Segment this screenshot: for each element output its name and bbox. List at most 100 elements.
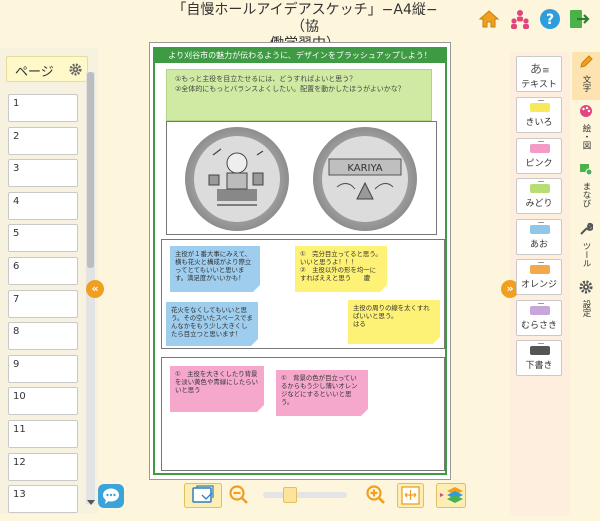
page-list: 1 2 3 4 5 6 7 8 9 10 11 12 13 <box>8 94 78 518</box>
color-swatch <box>530 103 550 112</box>
page-thumbnail[interactable]: 11 <box>8 419 78 448</box>
comments-section-1: 主役が１番大事にみえて、横も花火と構成がより際立ってとてもいいと思います。満足度… <box>161 239 445 349</box>
app-header: 「自慢ホールアイデアスケッチ」−A4縦−（協 働学習中） ? <box>0 0 600 52</box>
tab-tools-label: ツール <box>581 242 591 268</box>
tab-drawing-label: 絵・図 <box>581 124 591 150</box>
color-note-label: きいろ <box>525 118 553 128</box>
kariya-lettering-drawing: KARIYA <box>328 158 402 200</box>
page-thumbnail[interactable]: 5 <box>8 224 78 253</box>
learning-icon <box>580 164 593 176</box>
page-thumbnail[interactable]: 10 <box>8 387 78 416</box>
gear-icon[interactable] <box>69 63 82 76</box>
sticky-note[interactable]: 主役の周りの線を太くすればいいと思う。 はる <box>348 300 440 344</box>
sticky-note[interactable]: 主役が１番大事にみえて、横も花火と構成がより際立ってとてもいいと思います。満足度… <box>170 246 260 292</box>
sticky-note-text: ① 背景の色が目立っているからもう少し薄いオレンジなどにするといいと思う。 <box>281 374 358 406</box>
fit-page-button[interactable] <box>184 483 222 508</box>
fit-width-button[interactable] <box>397 483 424 508</box>
color-note-label: オレンジ <box>520 280 557 290</box>
color-swatch <box>530 224 550 234</box>
home-icon[interactable] <box>478 8 500 30</box>
color-note-label: あお <box>529 239 548 250</box>
page-thumbnail[interactable]: 8 <box>8 322 78 351</box>
manhole-sketch-right: KARIYA <box>313 127 417 231</box>
zoom-out-icon[interactable] <box>229 485 249 505</box>
settings-gear-icon <box>579 280 593 294</box>
tab-learning-label: まなび <box>581 182 591 208</box>
page-panel-header: ページ <box>6 56 88 82</box>
tab-settings-label: 設定 <box>581 300 591 317</box>
page-thumbnail[interactable]: 1 <box>8 94 78 122</box>
page-thumbnail[interactable]: 3 <box>8 159 78 188</box>
color-note-button[interactable]: みどり <box>516 178 562 214</box>
tab-settings[interactable]: 設定 <box>572 278 600 330</box>
layers-button[interactable] <box>436 483 466 508</box>
worksheet-frame: より刈谷市の魅力が伝わるように、デザインをブラッシュアップしよう！ ①もっと主役… <box>153 47 447 475</box>
tab-tools[interactable]: ツール <box>572 220 600 276</box>
tab-drawing[interactable]: 絵・図 <box>572 102 600 158</box>
question-2: ②全体的にもっとバランスよくしたい。配置を動かしたほうがよいかな？ <box>175 85 405 93</box>
color-note-button[interactable]: オレンジ <box>516 259 562 295</box>
side-tab-bar: 文字 絵・図 まなび ツール 設定 <box>572 52 600 516</box>
sticky-note[interactable]: ① 完分目立ってると思う。いいと思うよ！！！ ② 主役以外の形を均一にすればええ… <box>295 246 387 292</box>
page-thumbnail[interactable]: 2 <box>8 126 78 155</box>
color-note-button[interactable]: きいろ <box>516 97 562 133</box>
zoom-slider-track[interactable] <box>263 492 347 498</box>
color-note-label: ピンク <box>525 158 553 169</box>
text-note-button[interactable]: あ≡ テキスト <box>516 56 562 92</box>
title-line-1: 「自慢ホールアイデアスケッチ」−A4縦−（協 <box>172 2 438 35</box>
color-note-button[interactable]: むらさき <box>516 299 562 336</box>
question-1: ①もっと主役を目立たせるには、どうすればよいと思う？ <box>175 75 357 83</box>
scrollbar-thumb[interactable] <box>87 72 94 268</box>
comments-section-2: ① 主役を大きくしたり背景を淡い黄色や青緑にしたらいいと思う ① 背景の色が目立… <box>161 357 445 471</box>
color-swatch <box>530 184 550 193</box>
users-icon[interactable] <box>509 8 531 30</box>
page-thumbnail[interactable]: 9 <box>8 354 78 383</box>
svg-text:?: ? <box>546 12 554 28</box>
page-thumbnail[interactable]: 4 <box>8 191 78 220</box>
palette-icon <box>580 105 592 117</box>
color-swatch <box>530 346 550 355</box>
help-icon[interactable]: ? <box>539 8 561 30</box>
color-note-button[interactable]: 下書き <box>516 340 562 376</box>
tab-learning[interactable]: まなび <box>572 160 600 218</box>
sticky-note[interactable]: ① 主役を大きくしたり背景を淡い黄色や青緑にしたらいいと思う <box>170 366 264 412</box>
manhole-sketch-left <box>185 127 289 231</box>
page-panel-title: ページ <box>15 65 54 80</box>
worksheet-canvas[interactable]: より刈谷市の魅力が伝わるように、デザインをブラッシュアップしよう！ ①もっと主役… <box>149 42 451 480</box>
scroll-down-icon[interactable] <box>87 500 95 505</box>
sticky-note-text: 主役が１番大事にみえて、横も花火と構成がより際立ってとてもいいと思います。満足度… <box>175 250 252 282</box>
sticky-note[interactable]: 花火をなくしてもいいと思う。その空いたスペースでまんなかをもう少し大きくしたら目… <box>166 302 258 346</box>
worksheet-banner: より刈谷市の魅力が伝わるように、デザインをブラッシュアップしよう！ <box>155 49 445 63</box>
zoom-in-icon[interactable] <box>366 485 386 505</box>
tab-text[interactable]: 文字 <box>572 52 600 100</box>
page-thumbnail[interactable]: 7 <box>8 289 78 318</box>
color-note-label: みどり <box>525 199 553 209</box>
color-note-button[interactable]: あお <box>516 218 562 255</box>
sticky-note[interactable]: ① 背景の色が目立っているからもう少し薄いオレンジなどにするといいと思う。 <box>276 370 368 416</box>
page-thumbnail[interactable]: 13 <box>8 485 78 514</box>
sticky-note-text: 主役の周りの線を太くすればいいと思う。 はる <box>353 304 430 328</box>
color-note-button[interactable]: ピンク <box>516 137 562 174</box>
collapse-left-button[interactable]: « <box>86 280 104 298</box>
sticky-note-text: ① 完分目立ってると思う。いいと思うよ！！！ ② 主役以外の形を均一にすればええ… <box>300 250 382 282</box>
exit-icon[interactable] <box>568 8 590 30</box>
chat-icon <box>103 488 119 504</box>
question-box: ①もっと主役を目立たせるには、どうすればよいと思う？ ②全体的にもっとバランスよ… <box>166 69 432 121</box>
sticky-note-text: ① 主役を大きくしたり背景を淡い黄色や青緑にしたらいいと思う <box>175 370 259 394</box>
zoom-slider-thumb[interactable] <box>283 487 297 503</box>
color-swatch <box>530 305 550 315</box>
sketch-photo-box: KARIYA <box>166 121 437 235</box>
text-note-icon: あ≡ <box>530 62 550 76</box>
tab-text-label: 文字 <box>581 75 591 92</box>
color-note-label: 下書き <box>525 361 553 371</box>
page-thumbnail[interactable]: 12 <box>8 452 78 481</box>
chat-button[interactable] <box>98 484 124 508</box>
text-note-label: テキスト <box>521 80 557 90</box>
wrench-icon <box>580 222 594 235</box>
character-drawing <box>208 148 264 206</box>
color-swatch <box>530 143 550 153</box>
page-thumbnail[interactable]: 6 <box>8 256 78 285</box>
color-note-label: むらさき <box>520 320 557 331</box>
pencil-icon <box>580 55 593 68</box>
color-swatch <box>530 265 550 274</box>
